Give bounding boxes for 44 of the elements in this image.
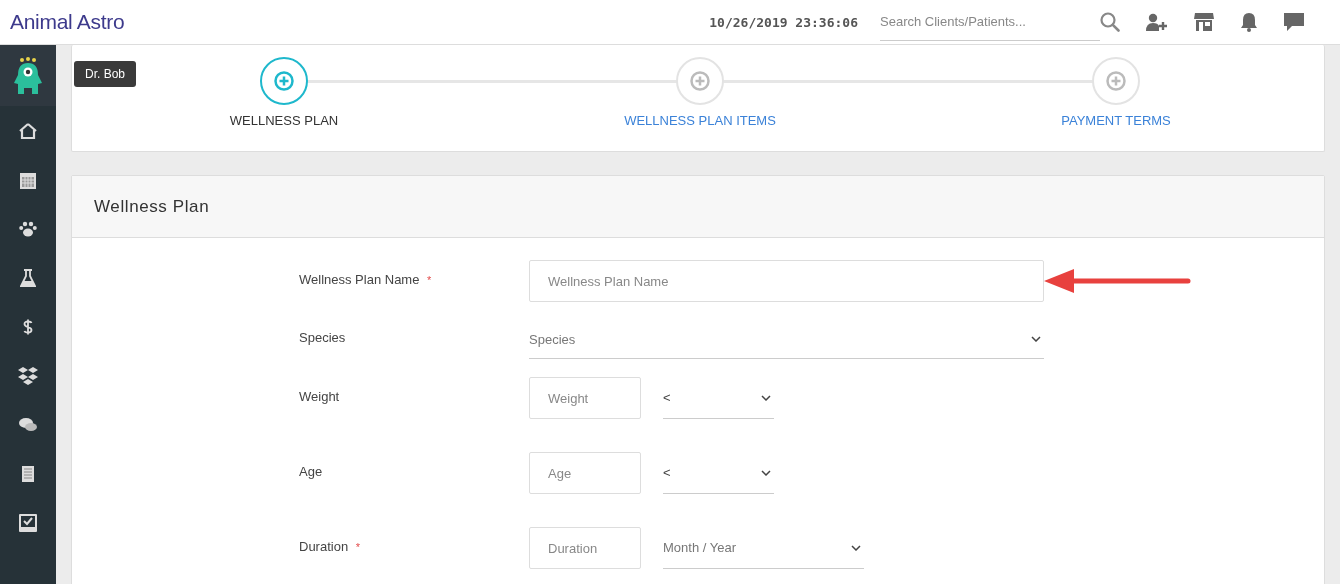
step-label[interactable]: WELLNESS PLAN ITEMS bbox=[624, 113, 776, 128]
bell-icon[interactable] bbox=[1240, 12, 1258, 32]
step-label[interactable]: PAYMENT TERMS bbox=[1061, 113, 1171, 128]
checkbox-icon bbox=[19, 513, 37, 532]
brand-logo[interactable]: Animal Astro bbox=[10, 10, 125, 34]
boxes-icon bbox=[18, 366, 38, 385]
home-icon bbox=[19, 122, 37, 139]
chevron-icon bbox=[761, 469, 771, 476]
flask-icon bbox=[20, 268, 36, 287]
add-user-icon[interactable] bbox=[1146, 13, 1168, 31]
text-field[interactable]: Wellness Plan Name bbox=[529, 260, 1044, 302]
field-label: Age bbox=[299, 464, 323, 479]
store-icon[interactable] bbox=[1194, 13, 1214, 31]
avatar-icon[interactable] bbox=[13, 56, 43, 95]
form-title: Wellness Plan bbox=[94, 196, 210, 217]
plus-icon bbox=[690, 71, 710, 91]
user-tooltip: Dr. Bob bbox=[74, 61, 137, 87]
chat-icon bbox=[19, 417, 37, 432]
required-mark: * bbox=[427, 274, 432, 286]
plus-icon bbox=[274, 71, 294, 91]
dollar-icon bbox=[23, 318, 33, 335]
date-time: 10/26/2019 23:36:06 bbox=[709, 14, 858, 30]
plus-icon bbox=[1106, 71, 1126, 91]
field-label: Species bbox=[299, 330, 346, 345]
dropdown-select[interactable]: Month / Year bbox=[663, 527, 864, 569]
chevron-icon bbox=[851, 544, 861, 551]
chat-icon[interactable] bbox=[1284, 13, 1304, 31]
field-label: Wellness Plan Name bbox=[299, 272, 420, 287]
search-icon[interactable] bbox=[1100, 12, 1120, 32]
species-select[interactable]: Species bbox=[529, 320, 1044, 359]
calendar-icon bbox=[20, 170, 36, 189]
document-icon bbox=[22, 465, 34, 482]
field-label: Duration bbox=[299, 539, 349, 554]
dropdown-select[interactable]: < bbox=[663, 377, 774, 419]
paw-icon bbox=[19, 220, 37, 237]
required-mark: * bbox=[355, 541, 361, 553]
chevron-icon bbox=[761, 394, 771, 401]
field-label: Weight bbox=[299, 389, 340, 404]
number-field[interactable]: Age bbox=[529, 452, 641, 494]
step-label[interactable]: WELLNESS PLAN bbox=[229, 113, 339, 128]
chevron-icon bbox=[1031, 336, 1041, 342]
number-field[interactable]: Weight bbox=[529, 377, 641, 419]
number-field[interactable]: Duration bbox=[529, 527, 641, 569]
dropdown-select[interactable]: < bbox=[663, 452, 774, 494]
